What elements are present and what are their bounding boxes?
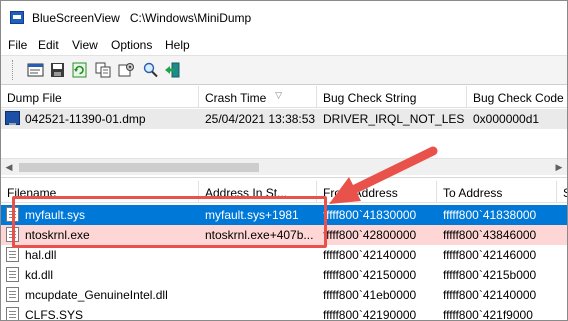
file-icon	[6, 307, 19, 320]
dump-file-icon	[5, 111, 20, 125]
to-address-cell: fffff800`42146000	[443, 248, 537, 262]
menu-edit[interactable]: Edit	[38, 38, 59, 52]
bug-check-code-cell: 0x000000d1	[473, 112, 540, 126]
window-path: C:\Windows\MiniDump	[129, 11, 252, 25]
toolbar-grip[interactable]	[12, 60, 15, 80]
scroll-right-icon[interactable]: ▶	[554, 162, 564, 172]
file-icon	[6, 267, 19, 282]
menu-bar: File Edit View Options Help	[1, 35, 567, 55]
filename-cell: hal.dll	[25, 248, 57, 262]
to-address-cell: fffff800`41838000	[443, 208, 537, 222]
app-icon	[10, 11, 24, 24]
menu-options[interactable]: Options	[111, 38, 152, 52]
to-address-cell: fffff800`43846000	[443, 228, 537, 242]
from-address-cell: fffff800`42190000	[323, 308, 417, 321]
to-address-cell: fffff800`421f9000	[443, 308, 533, 321]
filename-cell: mcupdate_GenuineIntel.dll	[25, 288, 168, 302]
sort-descending-icon: ▽	[275, 90, 282, 100]
driver-row-mcupdate[interactable]: mcupdate_GenuineIntel.dll fffff800`41eb0…	[1, 285, 567, 305]
column-header-crash-time[interactable]: Crash Time ▽	[199, 86, 317, 108]
from-address-cell: fffff800`41eb0000	[323, 288, 417, 302]
scroll-thumb[interactable]	[19, 163, 259, 172]
column-header-bug-check-string[interactable]: Bug Check String	[317, 86, 467, 108]
exit-icon[interactable]	[164, 62, 181, 78]
bug-check-string-cell: DRIVER_IRQL_NOT_LESS...	[323, 112, 465, 126]
menu-help[interactable]: Help	[165, 38, 190, 52]
column-header-extra[interactable]: S	[557, 181, 567, 203]
column-header-to-address[interactable]: To Address	[437, 181, 557, 203]
filename-cell: kd.dll	[25, 268, 54, 282]
properties-icon[interactable]	[27, 62, 44, 78]
save-icon[interactable]	[49, 62, 66, 78]
column-header-from-address[interactable]: From Address	[317, 181, 437, 203]
refresh-icon[interactable]	[71, 62, 88, 78]
driver-row-hal[interactable]: hal.dll fffff800`42140000 fffff800`42146…	[1, 245, 567, 265]
driver-row-clfs[interactable]: CLFS.SYS fffff800`42190000 fffff800`421f…	[1, 305, 567, 321]
app-window: BlueScreenView C:\Windows\MiniDump File E…	[0, 0, 568, 321]
dump-file-cell: 042521-11390-01.dmp	[25, 112, 146, 126]
filename-cell: CLFS.SYS	[25, 308, 84, 321]
from-address-cell: fffff800`41830000	[323, 208, 417, 222]
to-address-cell: fffff800`42140000	[443, 288, 537, 302]
column-header-dump-file[interactable]: Dump File	[1, 86, 199, 108]
toolbar	[1, 55, 567, 85]
file-icon	[6, 247, 19, 262]
file-icon	[6, 287, 19, 302]
to-address-cell: fffff800`4215b000	[443, 268, 537, 282]
column-header-bug-check-code[interactable]: Bug Check Code	[467, 86, 567, 108]
dump-row[interactable]: 042521-11390-01.dmp 25/04/2021 13:38:53 …	[1, 109, 567, 129]
menu-view[interactable]: View	[72, 38, 98, 52]
crash-time-cell: 25/04/2021 13:38:53	[205, 112, 316, 126]
from-address-cell: fffff800`42800000	[323, 228, 417, 242]
horizontal-scrollbar[interactable]: ◀ ▶	[1, 158, 567, 175]
copy-icon[interactable]	[95, 62, 112, 78]
scroll-left-icon[interactable]: ◀	[4, 162, 14, 172]
from-address-cell: fffff800`42140000	[323, 248, 417, 262]
menu-file[interactable]: File	[8, 38, 27, 52]
window-title: BlueScreenView C:\Windows\MiniDump	[32, 11, 251, 25]
dump-file-list[interactable]: Dump File Crash Time ▽ Bug Check String …	[1, 86, 567, 156]
options-icon[interactable]	[118, 62, 135, 78]
driver-row-kd[interactable]: kd.dll fffff800`42150000 fffff800`4215b0…	[1, 265, 567, 285]
from-address-cell: fffff800`42150000	[323, 268, 417, 282]
find-icon[interactable]	[142, 62, 159, 78]
annotation-highlight-box	[12, 196, 327, 248]
crash-time-label: Crash Time	[205, 91, 267, 105]
title-bar[interactable]: BlueScreenView C:\Windows\MiniDump	[1, 1, 567, 35]
app-name: BlueScreenView	[32, 11, 120, 25]
